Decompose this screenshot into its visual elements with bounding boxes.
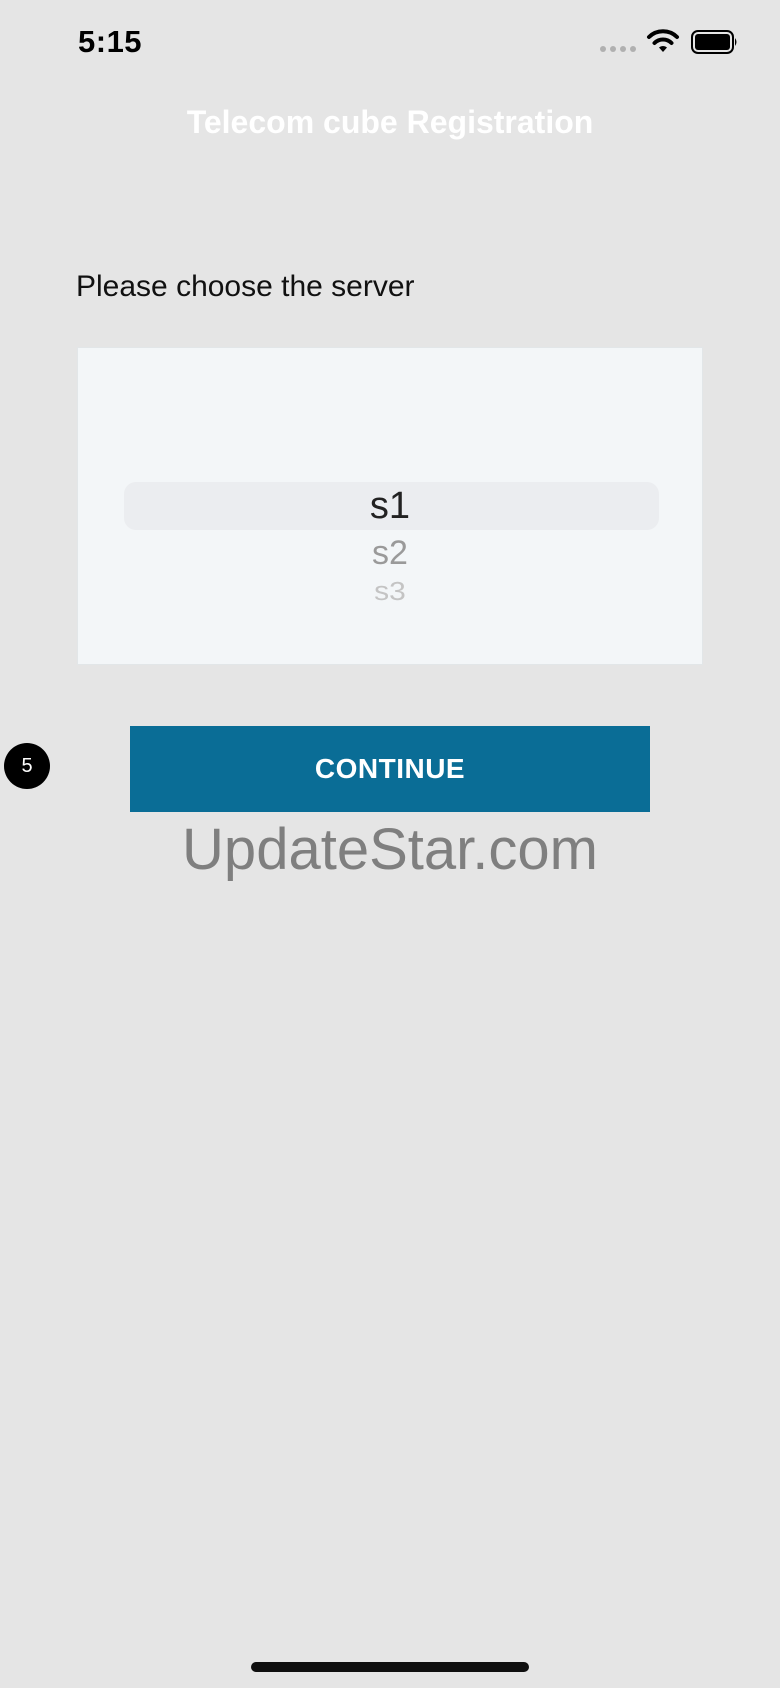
watermark: UpdateStar.com (182, 817, 598, 882)
battery-icon (691, 30, 737, 54)
picker-option-s2[interactable]: s2 (78, 534, 702, 573)
server-prompt: Please choose the server (76, 270, 415, 303)
picker-option-s3[interactable]: s3 (78, 578, 702, 602)
continue-button[interactable]: CONTINUE (130, 726, 650, 812)
status-time: 5:15 (78, 24, 143, 59)
server-picker[interactable]: s1 s2 s3 (77, 347, 703, 665)
signal-dots-icon (600, 46, 636, 52)
status-bar: 5:15 (0, 0, 780, 90)
picker-option-s1[interactable]: s1 (78, 485, 702, 528)
wifi-icon (647, 29, 679, 52)
step-badge: 5 (4, 743, 50, 789)
home-indicator[interactable] (251, 1662, 529, 1672)
page-title: Telecom cube Registration (186, 104, 594, 140)
